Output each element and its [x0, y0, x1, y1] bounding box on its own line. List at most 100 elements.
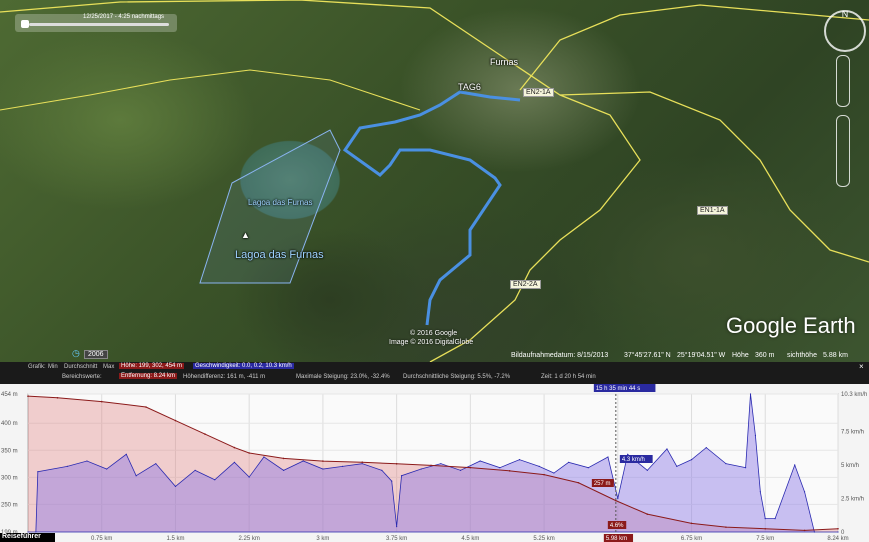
road-west	[0, 69, 421, 111]
speed-point	[37, 471, 39, 473]
avg-label: Durchschnitt	[64, 364, 98, 370]
speed-point	[248, 476, 250, 478]
road-label: EN2-2A	[510, 280, 541, 289]
speed-point	[587, 467, 589, 469]
speed-point	[233, 461, 236, 463]
x-tick-label: 3.75 km	[386, 536, 407, 542]
speed-point	[499, 467, 501, 469]
elevation-point	[430, 464, 432, 467]
speed-point	[322, 468, 324, 470]
history-year[interactable]: 2006	[84, 350, 108, 359]
speed-point	[607, 456, 609, 458]
speed-point	[538, 465, 540, 467]
height-stat-button[interactable]: Höhe: 199, 302, 454 m	[119, 363, 185, 369]
speed-point	[214, 479, 216, 481]
speed-point	[125, 453, 127, 455]
speed-point	[754, 434, 757, 437]
compass-icon[interactable]: N	[824, 9, 866, 52]
tour-guide-label: Reiseführer	[2, 533, 41, 540]
speed-point	[725, 463, 727, 465]
close-icon[interactable]: ×	[859, 362, 864, 371]
y-right-tick-label: 2.5 km/h	[841, 497, 864, 503]
look-control-icon[interactable]	[836, 55, 850, 107]
elevation-point	[361, 461, 364, 463]
elevation-point	[248, 452, 250, 454]
elevation-point	[395, 463, 398, 465]
map-view[interactable]: 12/25/2017 - 4:25 nachmittags N Furnas T…	[0, 0, 869, 362]
cursor-time-label: 15 h 35 min 44 s	[596, 386, 640, 392]
speed-point	[676, 465, 678, 467]
road-east	[559, 91, 869, 263]
avg-slope-stat: Durchschnittliche Steigung: 5.5%, -7.2%	[403, 374, 511, 380]
elevation-point	[508, 470, 511, 472]
speed-point	[381, 469, 383, 471]
longitude: 25°19'04.51" W	[677, 352, 726, 359]
elevation-profile-panel: Grafik: Min Durchschnitt Max Höhe: 199, …	[0, 362, 869, 542]
time-stat: Zeit: 1 d 20 h 54 min	[541, 374, 596, 380]
elevation-point	[803, 529, 806, 532]
speed-point	[400, 475, 403, 477]
speed-point	[282, 469, 285, 471]
elevation-point	[690, 522, 693, 525]
elevation-point	[764, 527, 767, 530]
copyright-line: Image © 2016 DigitalGlobe	[389, 339, 474, 346]
elevation-point	[469, 466, 472, 469]
x-tick-label: 5.25 km	[533, 536, 554, 542]
speed-point	[568, 461, 570, 463]
speed-point	[617, 497, 619, 500]
speed-point	[174, 485, 177, 488]
elevation-point	[233, 446, 236, 449]
brand-logo: Google Earth	[726, 313, 856, 338]
speed-point	[341, 465, 344, 467]
clock-icon[interactable]: ◷	[72, 348, 80, 359]
eye-label: sichthöhe	[787, 352, 817, 359]
elevation-point	[145, 406, 147, 408]
time-slider[interactable]: 12/25/2017 - 4:25 nachmittags	[15, 14, 177, 32]
speed-point	[803, 491, 806, 493]
x-tick-label: 7.5 km	[756, 536, 774, 542]
speed-point	[749, 393, 752, 395]
elevation-chart[interactable]: 0.75 km 1.5 km 2.25 km 3 km 3.75 km 4.5 km 5.2…	[0, 384, 869, 542]
place-label-lake-small: Lagoa das Furnas	[248, 198, 313, 207]
elevation-point	[543, 473, 545, 476]
latitude: 37°45'27.61" N	[624, 352, 671, 359]
profile-stats: Grafik: Min Durchschnitt Max Höhe: 199, …	[0, 362, 869, 384]
speed-stat-button[interactable]: Geschwindigkeit: 0.0, 0.2, 10.3 km/h	[193, 363, 294, 369]
speed-point	[837, 531, 839, 533]
speed-point	[396, 526, 398, 528]
y-left-tick-label: 250 m	[1, 502, 18, 508]
cursor-distance-label: 5.98 km	[606, 536, 627, 542]
y-left-tick-label: 454 m	[1, 392, 18, 398]
speed-point	[135, 475, 137, 477]
x-tick-label: 3 km	[316, 536, 329, 542]
height-diff-stat: Höhendifferenz: 161 m, -411 m	[183, 374, 266, 380]
x-tick-label: 6.75 km	[681, 536, 702, 542]
speed-point	[194, 469, 196, 471]
road-north	[519, 4, 869, 91]
imagery-date: Bildaufnahmedatum: 8/15/2013	[511, 352, 609, 359]
road-label: EN2-1A	[523, 88, 554, 97]
speed-point	[391, 480, 393, 482]
speed-point	[440, 463, 442, 465]
height-value: 360 m	[755, 352, 775, 359]
tour-guide-button[interactable]: Reiseführer	[0, 533, 55, 542]
placemark-icon[interactable]: ▲	[241, 230, 250, 240]
zoom-slider-icon[interactable]	[836, 115, 850, 187]
speed-point	[106, 468, 108, 470]
time-slider-knob[interactable]	[21, 20, 29, 28]
speed-point	[479, 460, 481, 462]
time-slider-track[interactable]	[29, 23, 169, 26]
speed-point	[666, 448, 668, 450]
speed-point	[759, 491, 761, 493]
y-right-tick-label: 10.3 km/h	[841, 392, 867, 398]
distance-stat: Entfernung: 8.24 km	[119, 373, 178, 379]
speed-point	[155, 463, 157, 465]
elevation-point	[577, 481, 580, 484]
speed-point	[263, 456, 265, 458]
y-left-tick-label: 400 m	[1, 421, 18, 427]
elevation-point	[204, 433, 206, 435]
y-left-tick-label: 300 m	[1, 475, 18, 481]
y-left-tick-label: 350 m	[1, 448, 18, 454]
cursor-speed-label: 4.3 km/h	[622, 457, 645, 463]
place-label-furnas: Furnas	[490, 57, 519, 67]
